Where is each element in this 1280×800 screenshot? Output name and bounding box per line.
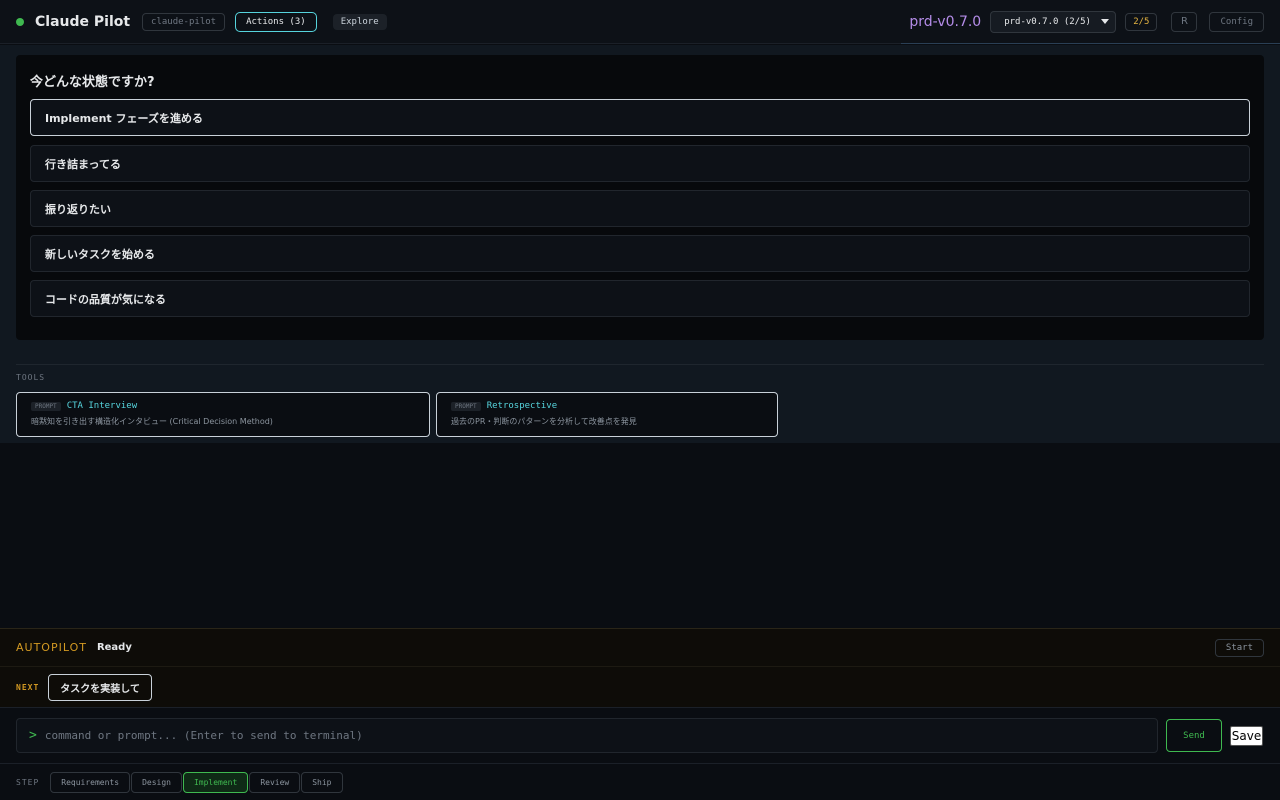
- tool-card-header: PROMPT Retrospective: [451, 401, 777, 411]
- step-tab-review[interactable]: Review: [249, 771, 301, 793]
- prompt-chevron-icon: >: [29, 728, 37, 743]
- header-right: prd-v0.7.0 prd-v0.7.0 (2/5) 2/5 R Config: [909, 10, 1264, 33]
- step-bar: STEP Requirements Design Implement Revie…: [0, 763, 1280, 800]
- tool-card-cta-interview[interactable]: PROMPT CTA Interview 暗黙知を引き出す構造化インタビュー (…: [16, 392, 430, 437]
- autopilot-bar: AUTOPILOT Ready Start: [0, 628, 1280, 666]
- tool-tag: PROMPT: [451, 401, 481, 411]
- option-label: Implement フェーズを進める: [45, 111, 203, 125]
- next-suggestion-button[interactable]: タスクを実装して: [48, 673, 152, 701]
- reload-button[interactable]: R: [1171, 11, 1198, 32]
- option-label: コードの品質が気になる: [45, 292, 166, 306]
- option-code-quality[interactable]: コードの品質が気になる: [30, 280, 1250, 317]
- autopilot-label: AUTOPILOT: [16, 641, 87, 654]
- tab-explore[interactable]: Explore: [332, 13, 387, 30]
- project-chip[interactable]: claude-pilot: [142, 12, 226, 31]
- progress-badge: 2/5: [1125, 12, 1158, 31]
- tool-card-header: PROMPT CTA Interview: [31, 401, 429, 411]
- chevron-down-icon: [1101, 19, 1110, 24]
- version-select-value: prd-v0.7.0 (2/5): [1004, 16, 1091, 27]
- option-retrospect[interactable]: 振り返りたい: [30, 190, 1250, 227]
- config-button[interactable]: Config: [1209, 11, 1264, 32]
- option-label: 振り返りたい: [45, 202, 111, 216]
- option-new-task[interactable]: 新しいタスクを始める: [30, 235, 1250, 272]
- option-label: 新しいタスクを始める: [45, 247, 155, 261]
- step-tab-implement[interactable]: Implement: [182, 771, 249, 793]
- app-title: Claude Pilot: [35, 13, 131, 30]
- app-header: Claude Pilot claude-pilot Actions (3) Ex…: [0, 0, 1280, 44]
- save-button[interactable]: Save: [1230, 726, 1263, 746]
- step-tab-ship[interactable]: Ship: [301, 771, 343, 793]
- version-label: prd-v0.7.0: [909, 13, 982, 30]
- status-dot-icon: [16, 17, 24, 26]
- step-tab-requirements[interactable]: Requirements: [50, 771, 131, 793]
- main-area: 今どんな状態ですか? Implement フェーズを進める 行き詰まってる 振り…: [0, 45, 1280, 443]
- step-label: STEP: [16, 777, 40, 787]
- tool-description: 過去のPR・判断のパターンを分析して改善点を発見: [451, 417, 637, 426]
- tab-actions[interactable]: Actions (3): [235, 11, 317, 32]
- tool-tag: PROMPT: [31, 401, 61, 411]
- command-input-box[interactable]: >: [16, 718, 1158, 753]
- version-select[interactable]: prd-v0.7.0 (2/5): [990, 10, 1117, 33]
- tool-description: 暗黙知を引き出す構造化インタビュー (Critical Decision Met…: [31, 417, 273, 426]
- option-stuck[interactable]: 行き詰まってる: [30, 145, 1250, 182]
- send-button[interactable]: Send: [1166, 719, 1222, 752]
- start-button[interactable]: Start: [1214, 638, 1264, 657]
- option-label: 行き詰まってる: [45, 157, 122, 171]
- tools-label: TOOLS: [16, 373, 46, 382]
- autopilot-status: Ready: [96, 642, 132, 653]
- next-bar: NEXT タスクを実装して: [0, 666, 1280, 707]
- question-panel: 今どんな状態ですか? Implement フェーズを進める 行き詰まってる 振り…: [16, 55, 1264, 340]
- option-implement-phase[interactable]: Implement フェーズを進める: [30, 99, 1250, 136]
- command-input[interactable]: [44, 729, 1157, 742]
- next-label: NEXT: [16, 682, 40, 692]
- tool-name: CTA Interview: [66, 401, 138, 411]
- command-bar: > Send Save: [0, 707, 1280, 763]
- header-accent-line: [901, 43, 1280, 44]
- tools-divider: [16, 364, 1264, 365]
- tool-card-retrospective[interactable]: PROMPT Retrospective 過去のPR・判断のパターンを分析して改…: [436, 392, 778, 437]
- step-tab-design[interactable]: Design: [131, 771, 182, 793]
- question-title: 今どんな状態ですか?: [30, 75, 155, 90]
- tool-name: Retrospective: [486, 401, 558, 411]
